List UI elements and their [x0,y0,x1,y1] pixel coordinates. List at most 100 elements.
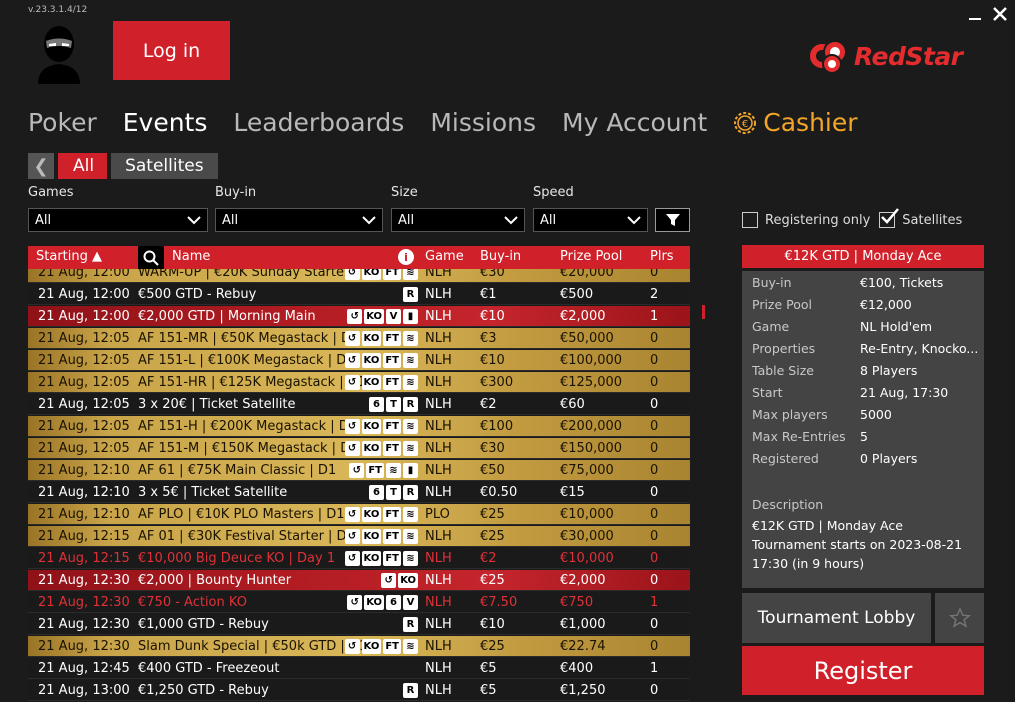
badge-icon: KO [364,309,384,324]
table-row[interactable]: 21 Aug, 12:05 AF 151-MR | €50K Megastack … [28,328,690,349]
row-badges: ↺ KO FT ≋ [344,419,418,434]
filter-button[interactable] [655,208,690,232]
row-buyin: €2 [480,397,497,412]
login-button[interactable]: Log in [113,21,230,80]
table-row[interactable]: 21 Aug, 12:15 €10,000 Big Deuce KO | Day … [28,548,690,569]
table-row[interactable]: 21 Aug, 12:15 AF 01 | €30K Festival Start… [28,526,690,547]
row-prize-pool: €500 [560,287,594,302]
col-buyin[interactable]: Buy-in [480,249,521,264]
row-name: AF 151-L | €100K Megastack | D1 [138,353,355,368]
row-start-time: 21 Aug, 12:30 [38,617,130,632]
size-filter-label: Size [391,185,418,200]
row-start-time: 21 Aug, 12:15 [38,551,130,566]
buyin-select[interactable]: All [215,208,383,232]
table-row[interactable]: 21 Aug, 12:05 AF 151-L | €100K Megastack … [28,350,690,371]
row-name: AF 151-MR | €50K Megastack | D1 [138,331,360,346]
table-row[interactable]: 21 Aug, 12:05 AF 151-H | €200K Megastack … [28,416,690,437]
badge-icon: ≋ [403,551,418,566]
details-title: €12K GTD | Monday Ace [742,245,984,268]
row-name: €1,250 GTD - Rebuy [138,683,269,698]
info-icon[interactable]: i [398,249,414,265]
speed-select[interactable]: All [533,208,648,232]
col-name[interactable]: Name [172,249,210,264]
table-row[interactable]: 21 Aug, 12:30 €750 - Action KO NLH €7.50 €75… [28,592,690,613]
badge-icon: KO [361,419,382,434]
table-row[interactable]: 21 Aug, 13:00 €1,250 GTD - Rebuy NLH €5 €1,2… [28,680,690,701]
satellites-checkbox[interactable] [879,208,900,228]
table-row[interactable]: 21 Aug, 12:30 Slam Dunk Special | €50k GT… [28,636,690,657]
nav-poker[interactable]: Poker [28,108,97,137]
badge-icon: ↺ [344,269,360,280]
badge-icon: KO [361,269,382,280]
badge-icon: FT [383,331,401,346]
close-icon[interactable] [992,4,1008,27]
tab-all[interactable]: All [58,153,108,179]
register-button[interactable]: Register [742,646,984,695]
table-row[interactable]: 21 Aug, 12:30 €1,000 GTD - Rebuy NLH €10 €1,… [28,614,690,635]
row-badges: ↺ KO 6 V [347,595,418,610]
badge-icon: ↺ [344,375,360,390]
table-row[interactable]: 21 Aug, 12:00 €500 GTD - Rebuy NLH €1 €500 2 R [28,284,690,305]
row-players: 0 [650,331,659,346]
games-select[interactable]: All [28,208,208,232]
back-arrow-icon[interactable]: ❮ [28,153,54,179]
nav-missions[interactable]: Missions [430,108,536,137]
badge-icon: R [403,397,418,412]
table-row[interactable]: 21 Aug, 12:30 €2,000 | Bounty Hunter NLH €2… [28,570,690,591]
row-name: AF 01 | €30K Festival Starter | D1 [138,529,355,544]
search-button[interactable] [138,246,164,269]
row-buyin: €25 [480,639,505,654]
detail-key: Start [752,385,783,400]
table-row[interactable]: 21 Aug, 12:05 AF 151-HR | €125K Megastack… [28,372,690,393]
nav-my-account[interactable]: My Account [562,108,707,137]
table-row[interactable]: 21 Aug, 12:00 €2,000 GTD | Morning Main NL… [28,306,690,327]
table-row[interactable]: 21 Aug, 12:00 WARM-UP | €20K Sunday Start… [28,269,690,283]
row-start-time: 21 Aug, 12:30 [38,639,130,654]
col-starting[interactable]: Starting ▲ [36,249,102,264]
badge-icon: ≋ [403,269,418,280]
table-row[interactable]: 21 Aug, 12:05 3 x 20€ | Ticket Satellite N… [28,394,690,415]
row-name: Slam Dunk Special | €50k GTD | D1 [138,639,368,654]
row-name: €400 GTD - Freezeout [138,661,280,676]
tournament-lobby-button[interactable]: Tournament Lobby [742,593,931,643]
tournament-list: 21 Aug, 12:00 WARM-UP | €20K Sunday Start… [28,269,690,702]
size-select[interactable]: All [391,208,525,232]
games-select-value: All [35,212,52,228]
favorite-button[interactable] [935,593,984,643]
row-start-time: 21 Aug, 12:05 [38,441,130,456]
badge-icon: ≋ [403,331,418,346]
row-prize-pool: €60 [560,397,585,412]
col-game[interactable]: Game [425,249,464,264]
row-prize-pool: €50,000 [560,331,614,346]
badge-icon: ≋ [403,375,418,390]
badge-icon: ≋ [403,639,418,654]
table-row[interactable]: 21 Aug, 12:05 AF 151-M | €150K Megastack … [28,438,690,459]
col-players[interactable]: Plrs [650,249,674,264]
tab-satellites[interactable]: Satellites [111,153,218,179]
row-buyin: €10 [480,309,505,324]
nav-leaderboards[interactable]: Leaderboards [233,108,404,137]
row-buyin: €50 [480,463,505,478]
row-name: AF PLO | €10K PLO Masters | D1 [138,507,345,522]
row-players: 0 [650,269,659,280]
col-prize-pool[interactable]: Prize Pool [560,249,622,264]
registering-only-checkbox[interactable] [742,212,758,228]
minimize-icon[interactable] [968,4,982,27]
row-game: NLH [425,397,452,412]
badge-icon: FT [383,441,401,456]
row-players: 1 [650,595,659,610]
row-buyin: €5 [480,661,497,676]
table-row[interactable]: 21 Aug, 12:10 AF PLO | €10K PLO Masters |… [28,504,690,525]
avatar-icon[interactable] [30,22,88,84]
row-game: NLH [425,683,452,698]
detail-value: 21 Aug, 17:30 [860,385,949,400]
table-row[interactable]: 21 Aug, 12:10 3 x 5€ | Ticket Satellite NL… [28,482,690,503]
table-row[interactable]: 21 Aug, 12:10 AF 61 | €75K Main Classic |… [28,460,690,481]
row-name: AF 151-M | €150K Megastack | D1 [138,441,359,456]
table-row[interactable]: 21 Aug, 12:45 €400 GTD - Freezeout NLH €5 €4… [28,658,690,679]
scrollbar-thumb[interactable] [702,305,705,319]
badge-icon: V [386,309,401,324]
nav-cashier[interactable]: € Cashier [733,108,883,137]
row-players: 0 [650,441,659,456]
nav-events[interactable]: Events [123,108,208,137]
